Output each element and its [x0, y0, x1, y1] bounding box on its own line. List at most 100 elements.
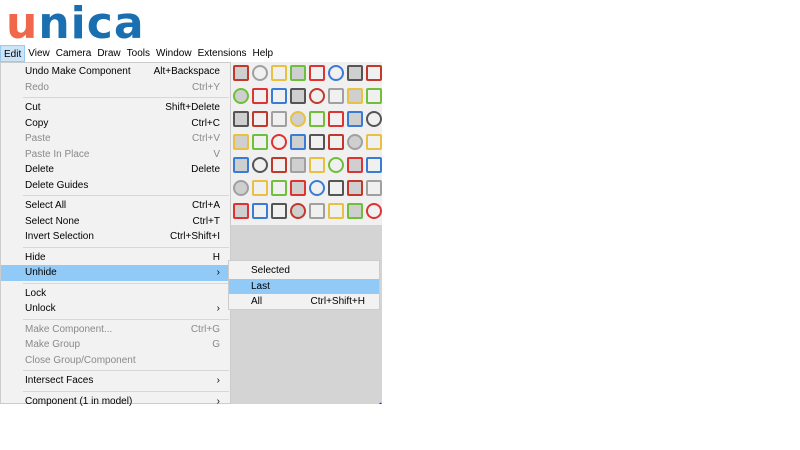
- menu-item-last[interactable]: Last: [229, 278, 379, 294]
- menu-draw[interactable]: Draw: [94, 45, 123, 62]
- toolbar-tool-icon[interactable]: [328, 157, 344, 173]
- toolbar-tool-icon[interactable]: [233, 203, 249, 219]
- toolbar-tool-icon[interactable]: [347, 180, 363, 196]
- toolbar-tool-icon[interactable]: [252, 134, 268, 150]
- menu-item-paste[interactable]: Paste Ctrl+V: [1, 131, 230, 147]
- toolbar-tool-icon[interactable]: [328, 203, 344, 219]
- menu-item-label: Selected: [251, 265, 290, 276]
- toolbar-tool-icon[interactable]: [347, 65, 363, 81]
- menu-help[interactable]: Help: [250, 45, 277, 62]
- toolbar-tool-icon[interactable]: [366, 203, 382, 219]
- menu-item-hide[interactable]: Hide H: [1, 250, 230, 266]
- menu-item-shortcut: Ctrl+Shift+H: [310, 296, 365, 307]
- toolbar-tool-icon[interactable]: [309, 88, 325, 104]
- menu-item-invert-selection[interactable]: Invert Selection Ctrl+Shift+I: [1, 229, 230, 245]
- menu-item-close-group-component[interactable]: Close Group/Component: [1, 353, 230, 369]
- toolbar-tool-icon[interactable]: [233, 111, 249, 127]
- toolbar-tool-icon[interactable]: [290, 203, 306, 219]
- toolbar-tool-icon[interactable]: [366, 180, 382, 196]
- menu-item-label: Intersect Faces: [25, 375, 94, 386]
- menu-item-selected[interactable]: Selected: [229, 263, 379, 279]
- toolbar-tool-icon[interactable]: [271, 88, 287, 104]
- toolbar-tool-icon[interactable]: [290, 134, 306, 150]
- toolbar-tool-icon[interactable]: [366, 111, 382, 127]
- menu-item-shortcut: Delete: [191, 164, 220, 175]
- toolbar-tool-icon[interactable]: [328, 180, 344, 196]
- chevron-right-icon: ›: [216, 303, 220, 314]
- menu-item-copy[interactable]: Copy Ctrl+C: [1, 116, 230, 132]
- toolbar-tool-icon[interactable]: [233, 180, 249, 196]
- menu-item-paste-in-place[interactable]: Paste In Place V: [1, 147, 230, 163]
- toolbar-tool-icon[interactable]: [271, 203, 287, 219]
- chevron-right-icon: ›: [216, 395, 220, 407]
- toolbar-tool-icon[interactable]: [366, 65, 382, 81]
- toolbar-tool-icon[interactable]: [309, 180, 325, 196]
- toolbar-tool-icon[interactable]: [347, 88, 363, 104]
- menu-item-cut[interactable]: Cut Shift+Delete: [1, 100, 230, 116]
- menu-item-unhide[interactable]: Unhide ›: [1, 265, 230, 281]
- toolbar-tool-icon[interactable]: [309, 157, 325, 173]
- toolbar-tool-icon[interactable]: [309, 134, 325, 150]
- toolbar-tool-icon[interactable]: [309, 111, 325, 127]
- menu-tools[interactable]: Tools: [124, 45, 153, 62]
- toolbar-tool-icon[interactable]: [233, 88, 249, 104]
- toolbar-tool-icon[interactable]: [233, 157, 249, 173]
- menu-edit[interactable]: Edit: [0, 45, 26, 62]
- toolbar-tool-icon[interactable]: [252, 203, 268, 219]
- toolbar-tool-icon[interactable]: [328, 65, 344, 81]
- toolbar-tool-icon[interactable]: [271, 65, 287, 81]
- menu-item-delete[interactable]: Delete Delete: [1, 162, 230, 178]
- toolbar-tool-icon[interactable]: [290, 157, 306, 173]
- toolbar-tool-icon[interactable]: [366, 157, 382, 173]
- menu-item-label: Cut: [25, 102, 41, 113]
- drawing-canvas[interactable]: [231, 225, 382, 404]
- menu-extensions[interactable]: Extensions: [195, 45, 250, 62]
- toolbar-tool-icon[interactable]: [328, 134, 344, 150]
- menu-item-redo[interactable]: Redo Ctrl+Y: [1, 80, 230, 96]
- menu-item-select-none[interactable]: Select None Ctrl+T: [1, 214, 230, 230]
- menu-separator: [23, 390, 229, 392]
- menu-item-lock[interactable]: Lock: [1, 286, 230, 302]
- toolbar-tool-icon[interactable]: [309, 203, 325, 219]
- menu-item-unlock[interactable]: Unlock ›: [1, 301, 230, 317]
- toolbar-tool-icon[interactable]: [328, 111, 344, 127]
- toolbar-tool-icon[interactable]: [290, 88, 306, 104]
- toolbar-tool-icon[interactable]: [233, 65, 249, 81]
- toolbar-tool-icon[interactable]: [309, 65, 325, 81]
- menu-item-label: Make Component...: [25, 323, 113, 335]
- menu-camera[interactable]: Camera: [53, 45, 95, 62]
- toolbar-tool-icon[interactable]: [271, 157, 287, 173]
- toolbar-tool-icon[interactable]: [366, 88, 382, 104]
- toolbar-tool-icon[interactable]: [366, 134, 382, 150]
- toolbar-tool-icon[interactable]: [233, 134, 249, 150]
- menu-item-make-component[interactable]: Make Component... Ctrl+G: [1, 322, 230, 338]
- menu-item-delete-guides[interactable]: Delete Guides: [1, 178, 230, 194]
- toolbar-tool-icon[interactable]: [290, 111, 306, 127]
- menu-item-make-group[interactable]: Make Group G: [1, 337, 230, 353]
- toolbar-tool-icon[interactable]: [271, 134, 287, 150]
- menu-view[interactable]: View: [25, 45, 53, 62]
- toolbar-tool-icon[interactable]: [347, 203, 363, 219]
- toolbar-tool-icon[interactable]: [347, 111, 363, 127]
- menu-item-component-1-in-model[interactable]: Component (1 in model) ›: [1, 394, 230, 410]
- menu-item-select-all[interactable]: Select All Ctrl+A: [1, 198, 230, 214]
- toolbar-tool-icon[interactable]: [252, 88, 268, 104]
- toolbar-tool-icon[interactable]: [271, 180, 287, 196]
- menu-item-intersect-faces[interactable]: Intersect Faces ›: [1, 373, 230, 389]
- toolbar-tool-icon[interactable]: [271, 111, 287, 127]
- toolbar-tool-icon[interactable]: [290, 180, 306, 196]
- toolbar-tool-icon[interactable]: [347, 157, 363, 173]
- toolbar-tool-icon[interactable]: [252, 111, 268, 127]
- menu-item-undo-make-component[interactable]: Undo Make Component Alt+Backspace: [1, 64, 230, 80]
- toolbar-tool-icon[interactable]: [290, 65, 306, 81]
- toolbar-tool-icon[interactable]: [252, 65, 268, 81]
- toolbar-tool-icon[interactable]: [252, 180, 268, 196]
- menu-item-all[interactable]: All Ctrl+Shift+H: [229, 294, 379, 310]
- toolbar-tool-icon[interactable]: [347, 134, 363, 150]
- toolbar-row: [231, 177, 382, 199]
- menu-item-label: Close Group/Component: [25, 354, 136, 366]
- toolbar-tool-icon[interactable]: [252, 157, 268, 173]
- menu-item-shortcut: H: [212, 251, 220, 263]
- toolbar-tool-icon[interactable]: [328, 88, 344, 104]
- menu-window[interactable]: Window: [153, 45, 195, 62]
